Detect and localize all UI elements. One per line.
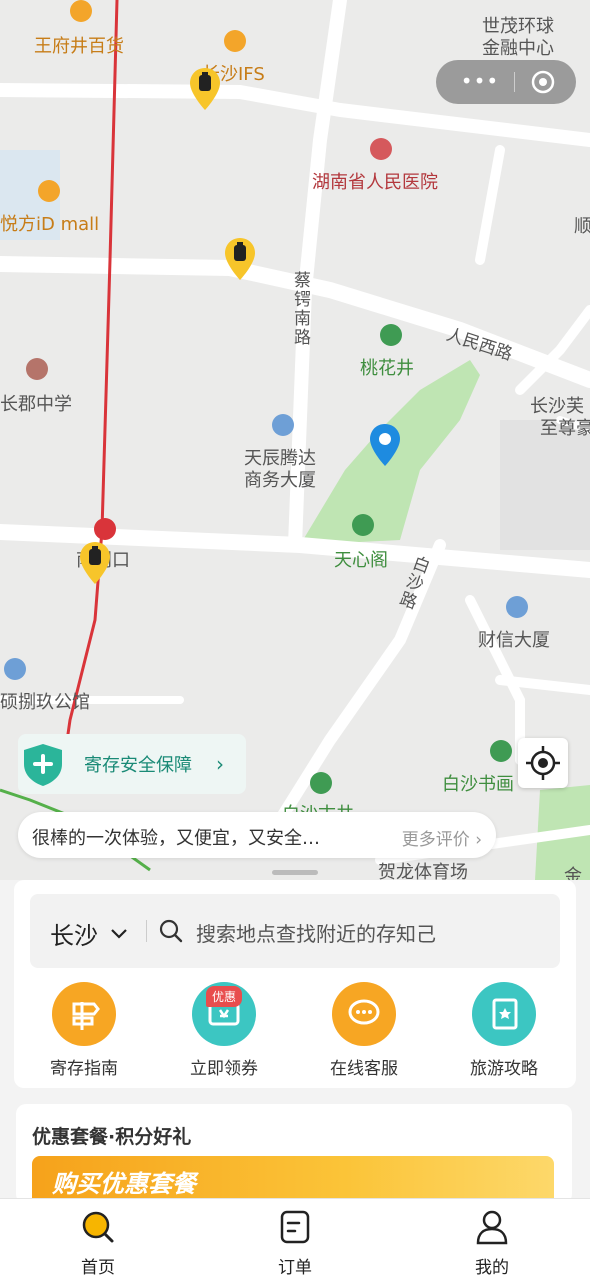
search-input[interactable]: 搜索地点查找附近的存知己 [196,918,436,947]
poi-tianxinge[interactable]: 天心阁 [334,546,388,572]
get-coupon-button[interactable]: 优惠 立即领券 [164,982,284,1079]
office-icon [506,596,528,618]
more-menu-button[interactable]: ••• [456,70,504,94]
office-icon [272,414,294,436]
promo-banner[interactable]: 购买优惠套餐 [32,1156,554,1204]
poi-changjun[interactable]: 长郡中学 [0,390,72,416]
poi-changsha-fu-2[interactable]: 至尊豪 [540,414,590,440]
poi-shun[interactable]: 顺 [574,212,590,238]
search-icon [159,919,183,943]
tab-orders-label: 订单 [278,1258,312,1278]
mini-program-capsule: ••• [436,60,576,104]
signpost-icon [52,982,116,1046]
order-list-icon [280,1210,310,1244]
locate-me-button[interactable] [518,738,568,788]
user-icon [476,1210,508,1245]
quick-actions: 寄存指南 优惠 立即领券 在线客服 旅游攻略 [14,982,576,1082]
guidebook-icon [472,982,536,1046]
scenic-icon [310,772,332,794]
customer-service-button[interactable]: 在线客服 [304,982,424,1079]
location-pin-icon[interactable] [368,422,402,468]
promo-badge: 优惠 [206,986,243,1007]
scenic-icon [380,324,402,346]
shield-icon [24,744,62,786]
chevron-down-icon [111,929,127,939]
tab-home[interactable]: 首页 [43,1209,153,1278]
tab-profile[interactable]: 我的 [437,1209,547,1278]
chat-bubble-icon [332,982,396,1046]
capsule-divider [514,72,515,92]
crosshair-icon [526,746,560,780]
close-target-icon[interactable] [530,69,556,95]
storage-guide-button[interactable]: 寄存指南 [24,982,144,1079]
safety-guarantee-button[interactable]: 寄存安全保障 › [18,734,246,794]
customer-service-label: 在线客服 [330,1059,398,1079]
hospital-icon [370,138,392,160]
main-panel: 长沙 搜索地点查找附近的存知己 寄存指南 优惠 立即领券 在线客服 旅游攻略 [14,880,576,1088]
school-icon [26,358,48,380]
poi-gongguan[interactable]: 硕捌玖公馆 [0,688,90,714]
promo-title: 优惠套餐·积分好礼 [32,1126,192,1148]
hotel-icon [4,658,26,680]
poi-tianchen-2[interactable]: 商务大厦 [244,466,316,492]
safety-guarantee-label: 寄存安全保障 [84,755,192,776]
mall-icon [38,180,60,202]
search-divider [146,920,147,942]
travel-guide-button[interactable]: 旅游攻略 [444,982,564,1079]
drag-handle[interactable] [272,870,318,875]
tab-profile-label: 我的 [475,1258,509,1278]
get-coupon-label: 立即领券 [190,1059,258,1079]
mall-icon [224,30,246,52]
review-bar[interactable]: 很棒的一次体验，又便宜，又安全… 更多评价 › [18,812,496,858]
storage-marker-icon[interactable] [78,540,112,586]
promo-section: 优惠套餐·积分好礼 购买优惠套餐 [16,1104,572,1204]
storage-marker-icon[interactable] [223,236,257,282]
poi-wangfujing[interactable]: 王府井百货 [34,32,124,58]
road-caie: 蔡锷南路 [294,271,311,348]
poi-yuefang[interactable]: 悦方iD mall [0,210,99,236]
travel-guide-label: 旅游攻略 [470,1059,538,1079]
tab-bar: 首页 订单 我的 [0,1198,590,1281]
poi-hospital[interactable]: 湖南省人民医院 [312,168,438,194]
search-bar[interactable]: 长沙 搜索地点查找附近的存知己 [30,894,560,968]
tab-home-label: 首页 [81,1258,115,1278]
poi-taohuajing[interactable]: 桃花井 [360,354,414,380]
storage-marker-icon[interactable] [188,66,222,112]
storage-guide-label: 寄存指南 [50,1059,118,1079]
poi-baisha-shuhua[interactable]: 白沙书画 [442,770,514,796]
tab-orders[interactable]: 订单 [240,1209,350,1278]
map-view[interactable]: 王府井百货 长沙IFS 世茂环球 金融中心 湖南省人民医院 悦方iD mall … [0,0,590,880]
poi-helong[interactable]: 贺龙体育场 [378,858,468,880]
chevron-right-icon: › [216,752,224,776]
mall-icon [70,0,92,22]
city-selector[interactable]: 长沙 [50,916,98,951]
metro-icon [94,518,116,540]
poi-jin[interactable]: 金 [564,862,582,880]
scenic-icon [352,514,374,536]
more-reviews-link[interactable]: 更多评价 › [402,825,482,850]
review-text: 很棒的一次体验，又便宜，又安全… [32,828,320,849]
promo-banner-text: 购买优惠套餐 [52,1170,196,1198]
poi-caixin[interactable]: 财信大厦 [478,626,550,652]
search-home-icon [82,1211,114,1243]
scenic-icon [490,740,512,762]
poi-shimao-2[interactable]: 金融中心 [482,34,554,60]
